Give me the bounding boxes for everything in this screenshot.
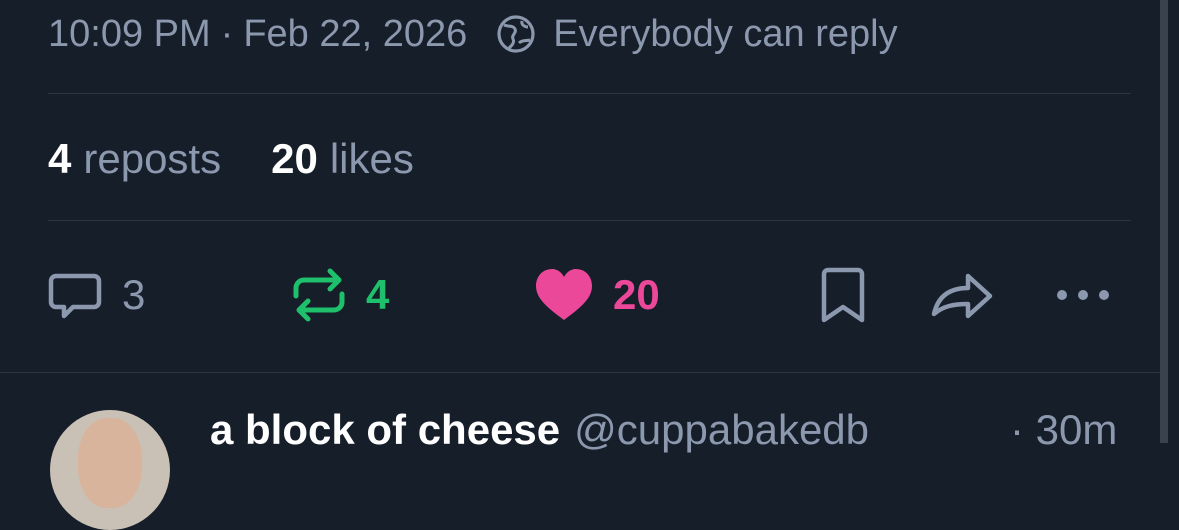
bookmark-icon	[818, 266, 868, 324]
avatar[interactable]	[50, 410, 170, 530]
post-timestamp[interactable]: · 30m	[1010, 406, 1117, 454]
repost-icon	[290, 266, 348, 324]
divider	[48, 220, 1131, 221]
likes-count: 20	[271, 135, 318, 182]
meta-separator: ·	[220, 12, 234, 55]
post-meta-row: 10:09 PM · Feb 22, 2026 Everybody can re…	[48, 8, 898, 60]
bookmark-button[interactable]	[818, 262, 868, 328]
reposts-label: reposts	[83, 135, 222, 182]
scrollbar[interactable]	[1160, 0, 1168, 443]
divider	[48, 93, 1131, 94]
reply-button[interactable]: 3	[46, 262, 145, 328]
share-button[interactable]	[930, 262, 996, 328]
next-post[interactable]: a block of cheese @cuppabakedb · 30m	[0, 372, 1160, 530]
reply-count: 3	[122, 271, 146, 318]
heart-icon	[533, 266, 595, 324]
more-icon	[1054, 285, 1114, 305]
avatar-face	[78, 418, 142, 508]
reply-setting-label[interactable]: Everybody can reply	[553, 13, 897, 56]
globe-icon	[495, 13, 537, 55]
like-button[interactable]: 20	[533, 262, 660, 328]
like-count: 20	[613, 271, 660, 318]
repost-button[interactable]: 4	[290, 262, 389, 328]
author-handle[interactable]: @cuppabakedb	[574, 406, 869, 454]
action-bar: 3 4 20	[0, 262, 1160, 328]
reply-icon	[46, 266, 104, 324]
likes-label: likes	[329, 135, 414, 182]
reposts-count-link[interactable]: 4 reposts	[48, 135, 221, 183]
post-time: 10:09 PM	[48, 12, 211, 55]
likes-count-link[interactable]: 20 likes	[271, 135, 414, 183]
author-name[interactable]: a block of cheese	[210, 406, 560, 454]
post-date: Feb 22, 2026	[243, 12, 468, 55]
engagement-counts: 4 reposts 20 likes	[48, 130, 414, 188]
reposts-count: 4	[48, 135, 72, 182]
share-icon	[930, 266, 996, 324]
repost-count: 4	[366, 271, 390, 318]
more-options-button[interactable]	[1054, 262, 1114, 328]
post-header: a block of cheese @cuppabakedb · 30m	[210, 406, 1117, 454]
